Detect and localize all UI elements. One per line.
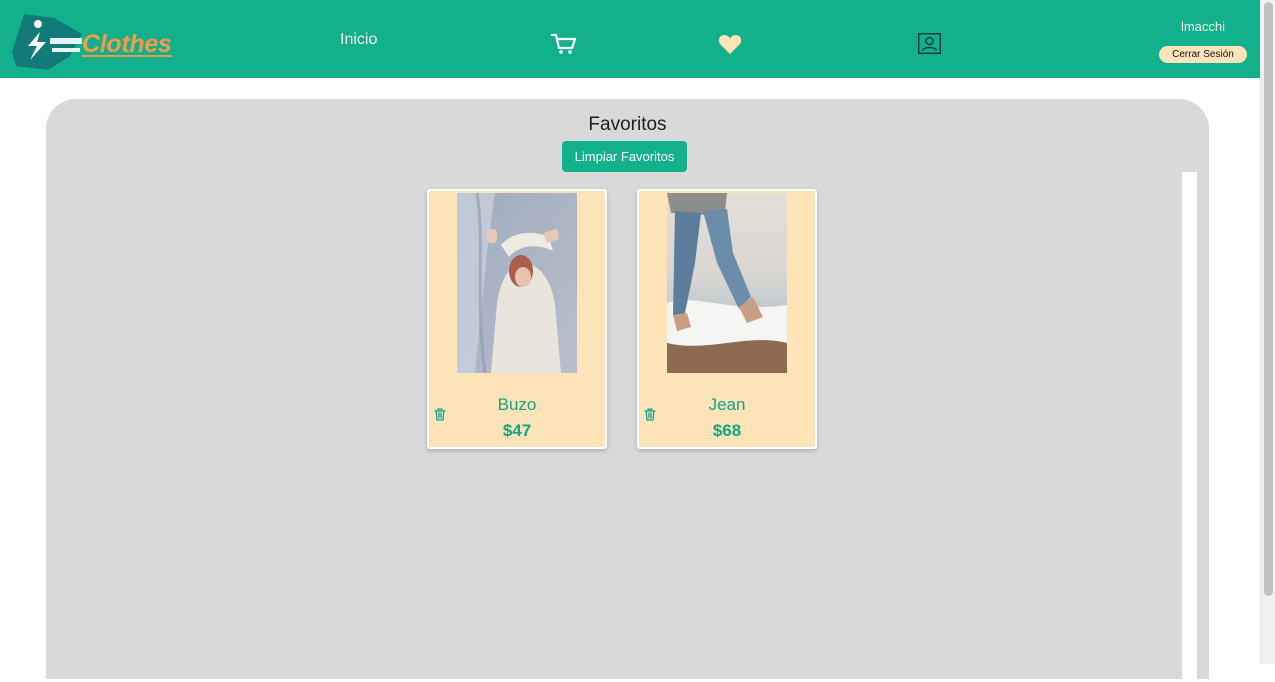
product-image-jean <box>667 193 787 373</box>
product-price: $68 <box>712 421 742 440</box>
product-name: Jean <box>708 395 746 414</box>
username-label: lmacchi <box>1180 19 1226 34</box>
nav-home-link[interactable]: Inicio <box>340 31 377 49</box>
product-price: $47 <box>502 421 532 440</box>
logout-button[interactable]: Cerrar Sesión <box>1159 46 1247 63</box>
product-image-buzo <box>457 193 577 373</box>
page-scrollbar-thumb[interactable] <box>1264 2 1273 596</box>
favorites-panel: Favoritos Limpiar Favoritos Buzo $47 Jea… <box>46 99 1209 682</box>
navbar: Clothes Inicio lmacchi Cerrar Sesión <box>0 0 1260 78</box>
page-title: Favoritos <box>588 114 667 135</box>
favorite-card[interactable]: Jean $68 <box>637 189 817 449</box>
product-name: Buzo <box>497 395 537 414</box>
favorites-scrollbar[interactable] <box>1182 172 1197 682</box>
brand-name: Clothes <box>82 30 172 58</box>
clear-favorites-button[interactable]: Limpiar Favoritos <box>562 141 687 172</box>
heart-icon[interactable] <box>718 33 742 55</box>
page-scrollbar[interactable] <box>1260 0 1275 664</box>
cart-icon[interactable] <box>551 31 577 57</box>
profile-icon[interactable] <box>918 33 941 54</box>
favorite-card[interactable]: Buzo $47 <box>427 189 607 449</box>
